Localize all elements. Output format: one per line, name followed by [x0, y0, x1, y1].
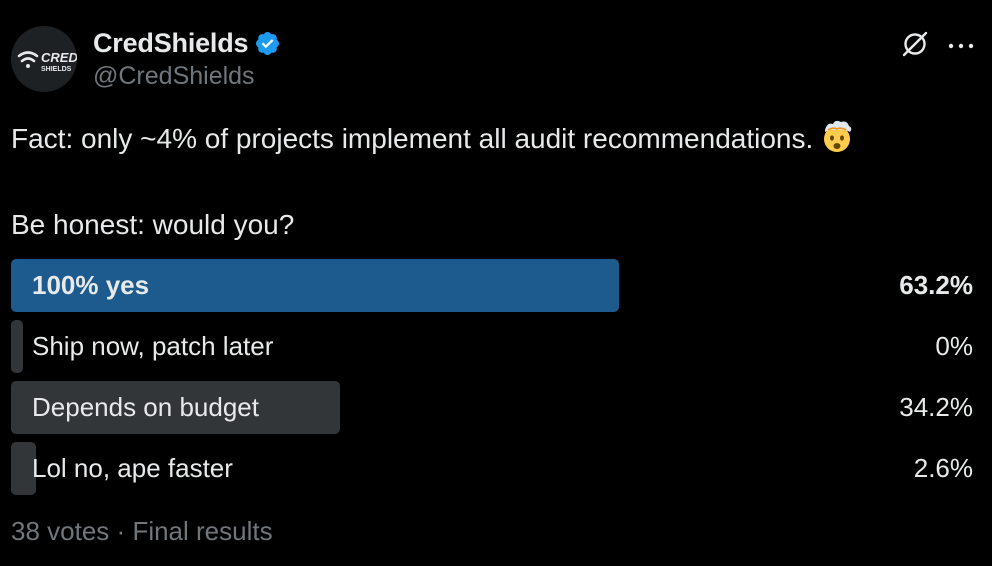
avatar[interactable]: CRED SHIELDS	[11, 26, 77, 92]
poll-meta-separator: ·	[116, 516, 126, 546]
tweet-text: Fact: only ~4% of projects implement all…	[11, 118, 972, 244]
exploding-head-emoji	[819, 118, 855, 164]
handle[interactable]: @CredShields	[93, 62, 281, 91]
poll-option: 100% yes 63.2%	[11, 259, 973, 312]
poll-votes: 38 votes	[11, 516, 110, 546]
poll-option: Ship now, patch later 0%	[11, 320, 973, 373]
poll-option-bar	[11, 320, 23, 373]
avatar-text-line1: CRED	[41, 50, 77, 65]
grok-icon[interactable]	[900, 29, 930, 59]
tweet-text-fact: Fact: only ~4% of projects implement all…	[11, 123, 814, 154]
poll-option-label: Ship now, patch later	[32, 331, 274, 361]
poll: 100% yes 63.2% Ship now, patch later 0% …	[11, 259, 973, 503]
poll-option-percent: 34.2%	[899, 392, 973, 422]
more-icon[interactable]	[948, 38, 974, 49]
poll-option: Lol no, ape faster 2.6%	[11, 442, 973, 495]
poll-option-label: 100% yes	[32, 270, 150, 300]
poll-option: Depends on budget 34.2%	[11, 381, 973, 434]
poll-option-percent: 63.2%	[899, 270, 973, 300]
display-name[interactable]: CredShields	[93, 28, 249, 59]
author-names: CredShields @CredShields	[93, 24, 281, 91]
poll-option-percent: 2.6%	[913, 453, 973, 483]
avatar-text-line2: SHIELDS	[41, 66, 72, 73]
poll-meta: 38 votes · Final results	[11, 516, 273, 547]
tweet-text-line1: Fact: only ~4% of projects implement all…	[11, 118, 972, 164]
poll-option-percent: 0%	[935, 331, 973, 361]
credshields-logo: CRED SHIELDS	[17, 50, 77, 73]
tweet-header: CRED SHIELDS CredShields @CredShields	[11, 24, 974, 94]
poll-option-label: Depends on budget	[32, 392, 259, 422]
poll-status: Final results	[132, 516, 273, 546]
tweet-text-line2: Be honest: would you?	[11, 209, 295, 240]
poll-option-label: Lol no, ape faster	[32, 453, 233, 483]
verified-badge-icon[interactable]	[254, 30, 281, 57]
